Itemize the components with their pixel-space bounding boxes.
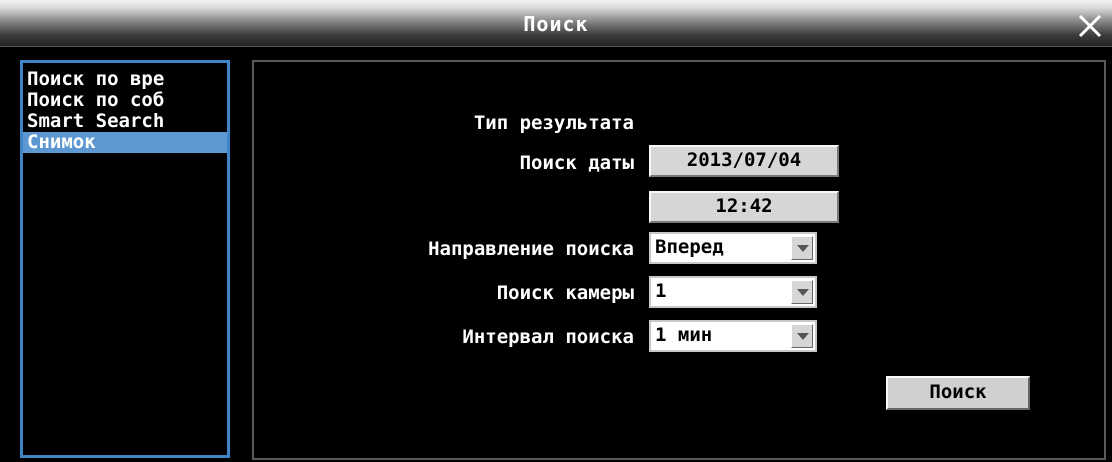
camera-select[interactable]: 1 xyxy=(649,276,817,308)
interval-select[interactable]: 1 мин xyxy=(649,320,817,352)
menu-item-snapshot[interactable]: Снимок xyxy=(23,132,227,153)
result-type-label: Тип результата xyxy=(473,112,634,134)
direction-select[interactable]: Вперед xyxy=(649,232,817,264)
time-field[interactable]: 12:42 xyxy=(649,191,839,223)
date-field[interactable]: 2013/07/04 xyxy=(649,145,839,177)
menu-item-time-search[interactable]: Поиск по вре xyxy=(23,69,227,90)
chevron-down-icon xyxy=(797,245,809,252)
direction-label: Направление поиска xyxy=(428,238,634,260)
camera-value: 1 xyxy=(655,280,667,302)
date-label: Поиск даты xyxy=(519,152,634,174)
search-button[interactable]: Поиск xyxy=(886,376,1030,410)
close-icon[interactable] xyxy=(1072,8,1106,42)
menu-item-event-search[interactable]: Поиск по соб xyxy=(23,90,227,111)
chevron-down-icon xyxy=(797,289,809,296)
camera-label: Поиск камеры xyxy=(496,282,634,304)
interval-label: Интервал поиска xyxy=(462,326,634,348)
menu-item-smart-search[interactable]: Smart Search xyxy=(23,111,227,132)
title-bar: Поиск xyxy=(0,0,1112,47)
direction-dropdown-button[interactable] xyxy=(791,236,813,260)
chevron-down-icon xyxy=(797,333,809,340)
window-title: Поиск xyxy=(523,12,589,36)
interval-dropdown-button[interactable] xyxy=(791,324,813,348)
camera-dropdown-button[interactable] xyxy=(791,280,813,304)
interval-value: 1 мин xyxy=(655,324,713,346)
search-settings-panel: Тип результата Поиск даты 2013/07/04 12:… xyxy=(252,60,1106,460)
direction-value: Вперед xyxy=(655,236,724,258)
search-mode-list: Поиск по вре Поиск по соб Smart Search С… xyxy=(20,60,230,458)
